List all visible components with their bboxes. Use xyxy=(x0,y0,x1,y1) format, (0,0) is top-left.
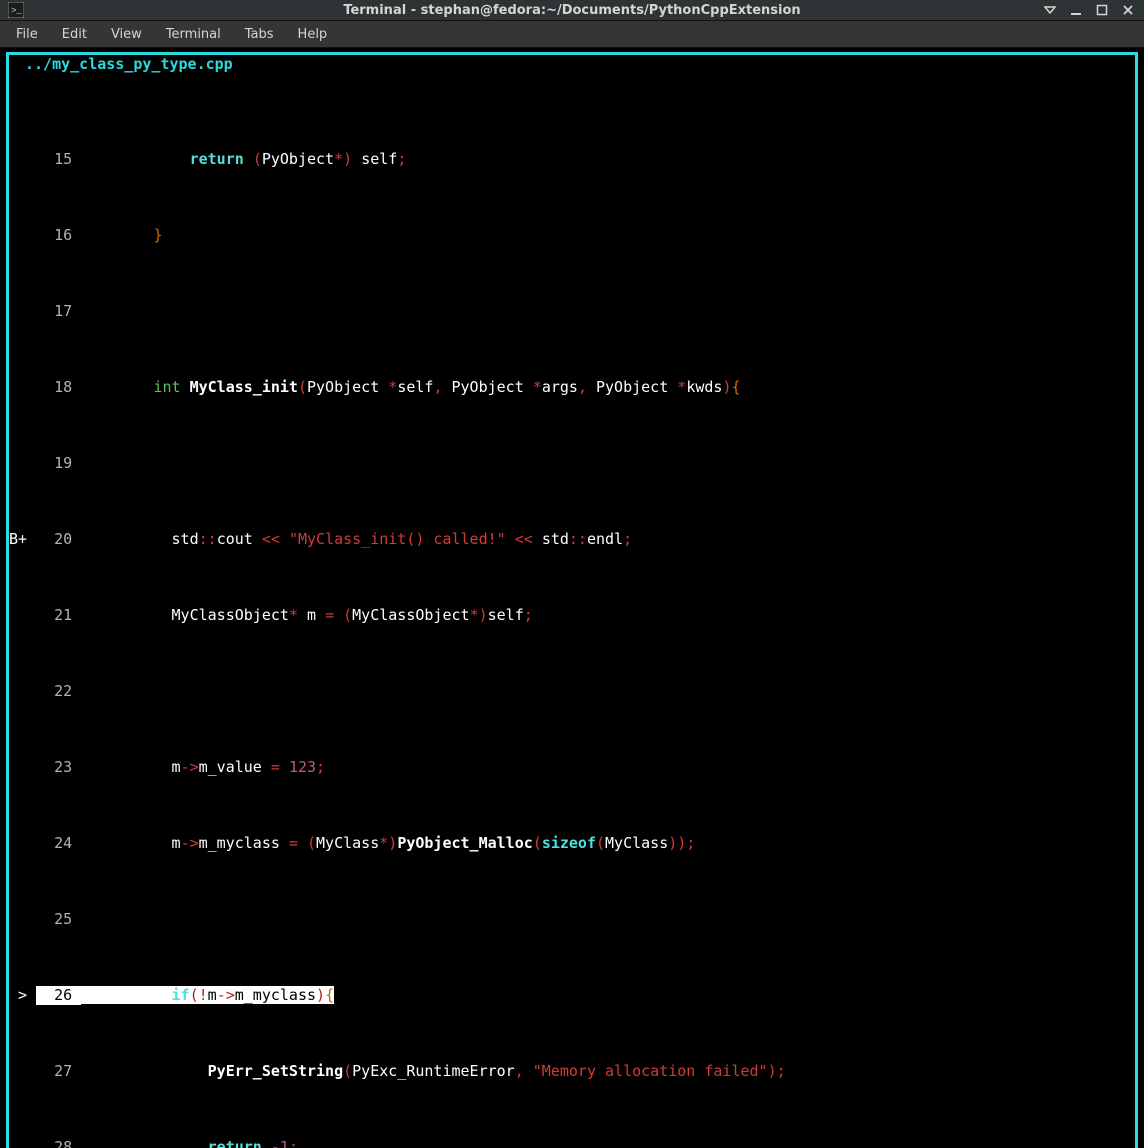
terminal-area[interactable]: ../my_class_py_type.cpp 15 return (PyObj… xyxy=(0,48,1144,1148)
source-row: 23 m->m_value = 123; xyxy=(9,758,1135,777)
source-body: 15 return (PyObject*) self; 16 } 17 18 xyxy=(9,74,1135,1148)
source-row: 15 return (PyObject*) self; xyxy=(9,150,1135,169)
source-row: 24 m->m_myclass = (MyClass*)PyObject_Mal… xyxy=(9,834,1135,853)
window-controls xyxy=(1042,2,1144,18)
source-row: 21 MyClassObject* m = (MyClassObject*)se… xyxy=(9,606,1135,625)
close-button[interactable] xyxy=(1120,2,1136,18)
shade-button[interactable] xyxy=(1042,2,1058,18)
source-row: 17 xyxy=(9,302,1135,321)
source-row: 16 } xyxy=(9,226,1135,245)
source-row: 22 xyxy=(9,682,1135,701)
maximize-button[interactable] xyxy=(1094,2,1110,18)
window-titlebar: >_ Terminal - stephan@fedora:~/Documents… xyxy=(0,0,1144,21)
svg-text:>_: >_ xyxy=(11,6,22,16)
menubar: File Edit View Terminal Tabs Help xyxy=(0,21,1144,48)
code-line: return (PyObject*) self; xyxy=(81,150,1135,169)
menu-tabs[interactable]: Tabs xyxy=(233,21,286,48)
menu-terminal[interactable]: Terminal xyxy=(154,21,233,48)
minimize-button[interactable] xyxy=(1068,2,1084,18)
source-row: 19 xyxy=(9,454,1135,473)
gutter-linenum: 15 xyxy=(36,150,81,169)
gutter-bp: B+ xyxy=(9,530,36,549)
source-row-current: > 26 if(!m->m_myclass){ xyxy=(9,986,1135,1005)
menu-help[interactable]: Help xyxy=(286,21,340,48)
source-row: 18 int MyClass_init(PyObject *self, PyOb… xyxy=(9,378,1135,397)
source-row: B+ 20 std::cout << "MyClass_init() calle… xyxy=(9,530,1135,549)
menu-view[interactable]: View xyxy=(99,21,154,48)
source-pane: ../my_class_py_type.cpp 15 return (PyObj… xyxy=(6,52,1138,1148)
source-row: 28 return -1; xyxy=(9,1138,1135,1148)
current-line-marker: > xyxy=(9,986,36,1005)
terminal-app-icon: >_ xyxy=(6,0,26,20)
menu-edit[interactable]: Edit xyxy=(50,21,99,48)
menu-file[interactable]: File xyxy=(4,21,50,48)
source-row: 27 PyErr_SetString(PyExc_RuntimeError, "… xyxy=(9,1062,1135,1081)
window-title: Terminal - stephan@fedora:~/Documents/Py… xyxy=(0,1,1144,20)
source-filename: ../my_class_py_type.cpp xyxy=(23,55,235,74)
gutter-bp xyxy=(9,150,36,169)
source-row: 25 xyxy=(9,910,1135,929)
